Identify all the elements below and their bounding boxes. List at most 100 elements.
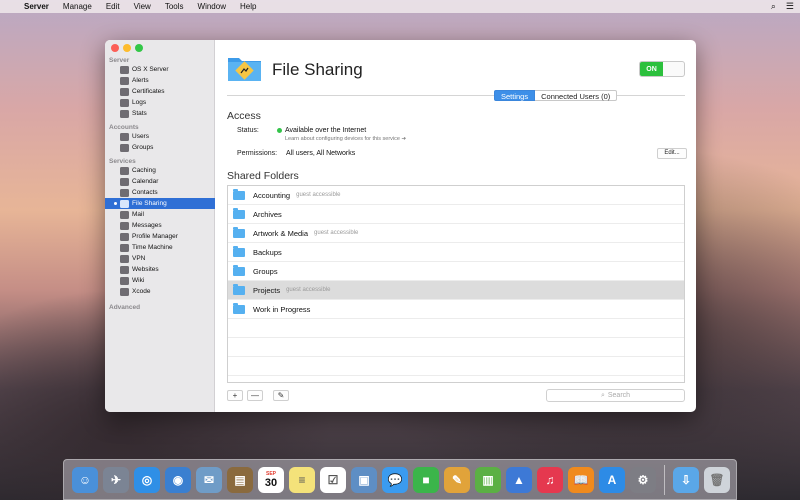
groups-icon <box>120 143 129 152</box>
service-toggle[interactable]: ON <box>639 61 685 77</box>
vpn-icon <box>120 254 129 263</box>
table-row[interactable]: Groups <box>228 262 684 281</box>
remove-folder-button[interactable]: — <box>247 390 263 401</box>
contacts-icon[interactable]: ▤ <box>227 466 253 493</box>
keynote-icon[interactable]: ▲ <box>506 466 532 493</box>
sidebar-item-alerts[interactable]: Alerts <box>105 75 215 86</box>
search-field[interactable]: ⌕ Search <box>546 389 685 402</box>
sidebar-item-file-sharing[interactable]: File Sharing <box>105 198 215 209</box>
sidebar-item-mail[interactable]: Mail <box>105 209 215 220</box>
network-globe-icon[interactable]: ◉ <box>165 466 191 493</box>
sidebar-item-groups[interactable]: Groups <box>105 142 215 153</box>
spotlight-search-icon[interactable]: ⌕ <box>771 1 776 12</box>
sidebar-item-websites[interactable]: Websites <box>105 264 215 275</box>
main-panel: File Sharing ON Settings Connected Users… <box>216 40 696 412</box>
menu-bar: Server Manage Edit View Tools Window Hel… <box>0 0 800 13</box>
sidebar-item-label: Caching <box>132 167 156 174</box>
sidebar-item-profile-manager[interactable]: Profile Manager <box>105 231 215 242</box>
reminders-icon[interactable]: ☑ <box>320 466 346 493</box>
menu-manage[interactable]: Manage <box>63 2 92 11</box>
menu-tools[interactable]: Tools <box>165 2 184 11</box>
add-folder-button[interactable]: + <box>227 390 243 401</box>
facetime-icon[interactable]: ■ <box>413 466 439 493</box>
safari-icon[interactable]: ◎ <box>134 466 160 493</box>
folder-name: Groups <box>253 266 278 276</box>
downloads-folder-icon[interactable]: ⇩ <box>673 466 699 493</box>
sidebar-item-caching[interactable]: Caching <box>105 165 215 176</box>
sidebar-item-users[interactable]: Users <box>105 131 215 142</box>
launchpad-icon[interactable]: ✈ <box>103 466 129 493</box>
sidebar-item-time-machine[interactable]: Time Machine <box>105 242 215 253</box>
status-indicator-icon <box>277 128 282 133</box>
menu-help[interactable]: Help <box>240 2 256 11</box>
messages-icon[interactable]: 💬 <box>382 466 408 493</box>
empty-row <box>228 338 684 357</box>
guest-accessible-note: guest accessible <box>286 287 331 293</box>
notes-icon[interactable]: ≡ <box>289 466 315 493</box>
profile-manager-icon <box>120 232 129 241</box>
tab-connected-users[interactable]: Connected Users (0) <box>535 90 618 101</box>
shared-folders-table: Accounting guest accessible Archives Artwor… <box>227 185 685 383</box>
table-row[interactable]: Work in Progress <box>228 300 684 319</box>
guest-accessible-note: guest accessible <box>296 192 341 198</box>
menu-view[interactable]: View <box>134 2 151 11</box>
wiki-icon <box>120 276 129 285</box>
notification-center-icon[interactable]: ☰ <box>786 1 794 12</box>
sidebar-section-services: Services <box>109 158 136 165</box>
ibooks-icon[interactable]: 📖 <box>568 466 594 493</box>
empty-row <box>228 357 684 376</box>
sidebar-item-label: Certificates <box>132 88 165 95</box>
edit-folder-button[interactable]: ✎ <box>273 390 289 401</box>
folder-name: Backups <box>253 247 282 257</box>
tab-settings[interactable]: Settings <box>494 90 536 101</box>
learn-more-link[interactable]: Learn about configuring devices for this… <box>285 136 406 142</box>
numbers-icon[interactable]: ▥ <box>475 466 501 493</box>
mail-stamp-icon[interactable]: ✉ <box>196 466 222 493</box>
sidebar-item-wiki[interactable]: Wiki <box>105 275 215 286</box>
sidebar-item-xcode[interactable]: Xcode <box>105 286 215 297</box>
trash-icon[interactable]: 🗑 <box>704 466 730 493</box>
sidebar-item-label: Alerts <box>132 77 149 84</box>
stats-icon <box>120 109 129 118</box>
edit-permissions-button[interactable]: Edit... <box>657 148 687 159</box>
sidebar-item-label: VPN <box>132 255 146 262</box>
table-row[interactable]: Archives <box>228 205 684 224</box>
sidebar-item-messages[interactable]: Messages <box>105 220 215 231</box>
folder-icon <box>233 264 245 276</box>
toggle-on-label: ON <box>640 62 663 76</box>
menu-window[interactable]: Window <box>198 2 226 11</box>
photos-icon[interactable]: ▣ <box>351 466 377 493</box>
table-row[interactable]: Artwork & Media guest accessible <box>228 224 684 243</box>
pages-icon[interactable]: ✎ <box>444 466 470 493</box>
minimize-window-button[interactable] <box>123 44 131 52</box>
sidebar-item-contacts[interactable]: Contacts <box>105 187 215 198</box>
sidebar-item-vpn[interactable]: VPN <box>105 253 215 264</box>
app-store-icon[interactable]: A <box>599 466 625 493</box>
sidebar-item-stats[interactable]: Stats <box>105 108 215 119</box>
table-row[interactable]: Backups <box>228 243 684 262</box>
calendar-icon[interactable]: SEP 30 <box>258 466 284 493</box>
folder-name: Accounting <box>253 190 291 200</box>
zoom-window-button[interactable] <box>135 44 143 52</box>
sidebar-section-advanced[interactable]: Advanced <box>105 304 215 311</box>
sidebar-item-logs[interactable]: Logs <box>105 97 215 108</box>
tab-bar: Settings Connected Users (0) <box>494 90 618 101</box>
sidebar-item-os-x-server[interactable]: OS X Server <box>105 64 215 75</box>
itunes-icon[interactable]: ♫ <box>537 466 563 493</box>
sidebar-item-label: Messages <box>132 222 162 229</box>
system-preferences-icon[interactable]: ⚙ <box>630 466 656 493</box>
calendar-icon <box>120 177 129 186</box>
sidebar-item-label: OS X Server <box>132 66 169 73</box>
sidebar-item-certificates[interactable]: Certificates <box>105 86 215 97</box>
table-row[interactable]: Accounting guest accessible <box>228 186 684 205</box>
folder-icon <box>233 226 245 238</box>
menu-edit[interactable]: Edit <box>106 2 120 11</box>
sidebar-item-calendar[interactable]: Calendar <box>105 176 215 187</box>
menu-app-name[interactable]: Server <box>24 2 49 11</box>
folder-name: Archives <box>253 209 282 219</box>
arrow-circle-icon: ➔ <box>401 136 407 142</box>
table-row[interactable]: Projects guest accessible <box>228 281 684 300</box>
finder-icon[interactable]: ☺ <box>72 466 98 493</box>
close-window-button[interactable] <box>111 44 119 52</box>
search-icon: ⌕ <box>600 391 605 399</box>
